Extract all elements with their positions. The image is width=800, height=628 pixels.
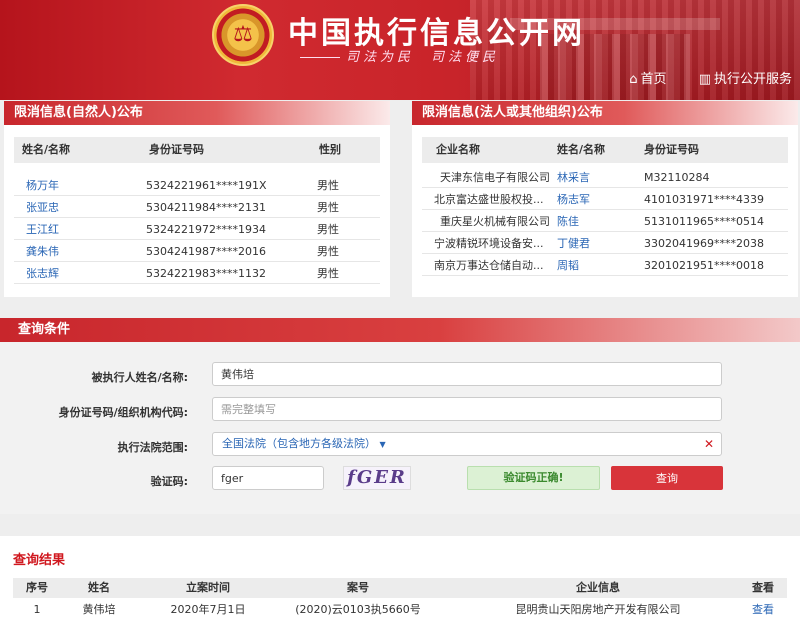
person-name-link[interactable]: 杨万年 — [26, 175, 59, 196]
id-label: 身份证号码/组织机构代码: — [58, 406, 188, 419]
org-person-link[interactable]: 周韬 — [557, 255, 579, 276]
site-header: ⚖ 中国执行信息公开网 司法为民 司法便民 ⌂ 首页 ▥ 执行公开服务 — [0, 0, 800, 100]
person-panel-title: 限消信息(自然人)公布 — [4, 101, 390, 125]
home-icon: ⌂ — [629, 72, 638, 87]
clear-icon[interactable]: ✕ — [704, 433, 714, 455]
search-button[interactable]: 查询 — [611, 466, 723, 490]
person-name-link[interactable]: 张亚忠 — [26, 197, 59, 218]
view-link[interactable]: 查看 — [743, 599, 783, 621]
table-row: 南京万事达仓储自动... 周韬 3201021951****0018 — [422, 255, 788, 276]
table-row: 重庆星火机械有限公司 陈佳 5131011965****0514 — [422, 211, 788, 232]
org-table-body[interactable]: 天津东信电子有限公司 林采言 M32110284 北京富达盛世股权投... 杨志… — [422, 167, 788, 277]
org-person-link[interactable]: 林采言 — [557, 167, 590, 188]
id-input[interactable] — [212, 397, 722, 421]
person-table-body[interactable]: 杨万年 5324221961****191X 男性 张亚忠 5304211984… — [14, 175, 380, 285]
captcha-image[interactable]: fGER — [343, 466, 411, 490]
chart-icon: ▥ — [698, 72, 711, 87]
org-person-link[interactable]: 丁健君 — [557, 233, 590, 254]
name-label: 被执行人姓名/名称: — [91, 371, 188, 384]
table-row: 王江红 5324221972****1934 男性 — [14, 219, 380, 240]
org-person-link[interactable]: 陈佳 — [557, 211, 579, 232]
nav-home[interactable]: ⌂ 首页 — [615, 72, 666, 87]
person-name-link[interactable]: 王江红 — [26, 219, 59, 240]
table-row: 杨万年 5324221961****191X 男性 — [14, 175, 380, 196]
org-panel-title: 限消信息(法人或其他组织)公布 — [412, 101, 798, 125]
person-restriction-panel: 限消信息(自然人)公布 姓名/名称 身份证号码 性别 杨万年 532422196… — [4, 101, 390, 297]
top-nav: ⌂ 首页 ▥ 执行公开服务 — [601, 68, 792, 87]
chevron-down-icon: ▼ — [379, 440, 386, 449]
query-title: 查询条件 — [0, 318, 800, 342]
org-table-header: 企业名称 姓名/名称 身份证号码 — [422, 137, 788, 163]
captcha-label: 验证码: — [150, 475, 188, 488]
court-emblem-icon: ⚖ — [212, 4, 274, 66]
person-table-header: 姓名/名称 身份证号码 性别 — [14, 137, 380, 163]
court-select-value: 全国法院（包含地方各级法院） — [222, 437, 376, 450]
table-row: 张亚忠 5304211984****2131 男性 — [14, 197, 380, 218]
nav-service[interactable]: ▥ 执行公开服务 — [685, 72, 792, 87]
court-label: 执行法院范围: — [117, 441, 188, 454]
table-row: 宁波精锐环境设备安... 丁健君 3302041969****2038 — [422, 233, 788, 254]
site-slogan: 司法为民 司法便民 — [300, 46, 499, 65]
person-name-link[interactable]: 龚朱伟 — [26, 241, 59, 262]
org-restriction-panel: 限消信息(法人或其他组织)公布 企业名称 姓名/名称 身份证号码 天津东信电子有… — [412, 101, 798, 297]
captcha-input[interactable] — [212, 466, 324, 490]
captcha-verify-status: 验证码正确! — [467, 466, 600, 490]
court-select[interactable]: 全国法院（包含地方各级法院） ▼ ✕ — [212, 432, 722, 456]
results-section: 查询结果 序号 姓名 立案时间 案号 企业信息 查看 1 黄伟培 2020年7月… — [0, 536, 800, 628]
table-row: 北京富达盛世股权投... 杨志军 4101031971****4339 — [422, 189, 788, 210]
person-name-link[interactable]: 张志辉 — [26, 263, 59, 284]
table-row: 张志辉 5324221983****1132 男性 — [14, 263, 380, 284]
results-title: 查询结果 — [13, 553, 66, 568]
name-input[interactable] — [212, 362, 722, 386]
results-table-header: 序号 姓名 立案时间 案号 企业信息 查看 — [13, 578, 787, 598]
table-row: 龚朱伟 5304241987****2016 男性 — [14, 241, 380, 262]
table-row: 天津东信电子有限公司 林采言 M32110284 — [422, 167, 788, 188]
table-row: 1 黄伟培 2020年7月1日 (2020)云0103执5660号 昆明贵山天阳… — [13, 599, 787, 621]
query-form: 查询条件 被执行人姓名/名称: 身份证号码/组织机构代码: 执行法院范围: 全国… — [0, 318, 800, 514]
org-person-link[interactable]: 杨志军 — [557, 189, 590, 210]
